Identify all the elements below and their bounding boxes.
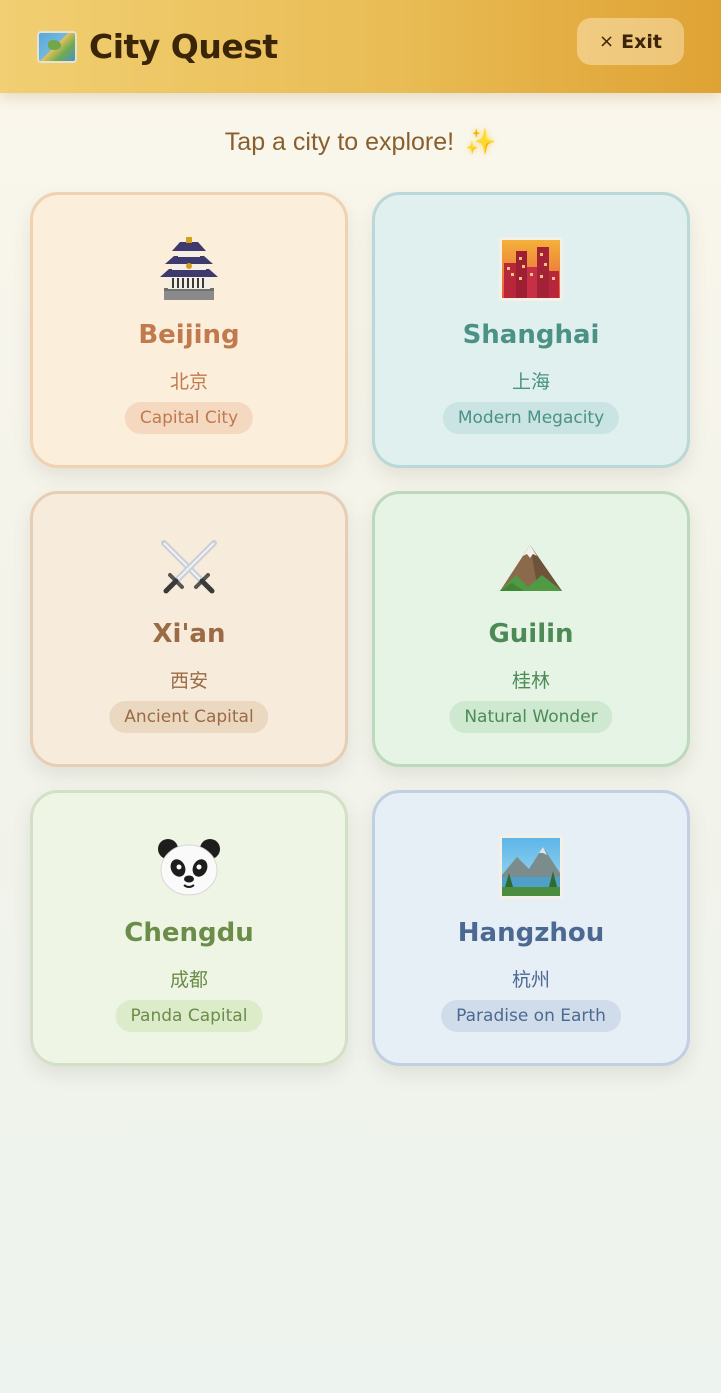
city-chinese-name: 北京 [169,371,208,393]
city-tag: Capital City [124,402,254,434]
city-chinese-name: 上海 [511,371,550,393]
pagoda-icon [33,235,345,303]
explore-prompt: Tap a city to explore! ✨ [0,128,721,157]
city-chinese-name: 桂林 [511,670,550,692]
city-chinese-name: 杭州 [511,969,550,991]
city-name: Beijing [138,320,240,350]
city-card-guilin[interactable]: Guilin 桂林 Natural Wonder [372,491,690,767]
app-header: City Quest × Exit [0,0,721,93]
city-chinese-name: 西安 [169,670,208,692]
city-card-xian[interactable]: Xi'an 西安 Ancient Capital [30,491,348,767]
close-icon: × [599,31,615,52]
city-tag: Panda Capital [115,1000,263,1032]
city-tag: Modern Megacity [442,402,620,434]
city-name: Guilin [488,619,574,649]
world-map-icon [37,30,77,63]
app-title-text: City Quest [89,27,278,66]
city-tag: Natural Wonder [449,701,613,733]
city-skyline-icon [375,235,687,303]
city-card-hangzhou[interactable]: Hangzhou 杭州 Paradise on Earth [372,790,690,1066]
city-name: Xi'an [152,619,226,649]
city-name: Hangzhou [457,918,605,948]
crossed-swords-icon [33,534,345,602]
explore-prompt-text: Tap a city to explore! [224,128,455,156]
city-chinese-name: 成都 [169,969,208,991]
city-tag: Ancient Capital [109,701,269,733]
exit-label: Exit [621,30,662,53]
city-name: Chengdu [124,918,254,948]
landscape-icon [375,833,687,901]
app-title: City Quest [37,27,278,66]
city-tag: Paradise on Earth [441,1000,621,1032]
city-name: Shanghai [462,320,600,350]
sparkle-star-icon: ✨ [465,128,497,156]
exit-button[interactable]: × Exit [577,18,684,65]
city-card-shanghai[interactable]: Shanghai 上海 Modern Megacity [372,192,690,468]
city-card-chengdu[interactable]: Chengdu 成都 Panda Capital [30,790,348,1066]
panda-icon [33,833,345,901]
city-card-beijing[interactable]: Beijing 北京 Capital City [30,192,348,468]
mountain-icon [375,534,687,602]
